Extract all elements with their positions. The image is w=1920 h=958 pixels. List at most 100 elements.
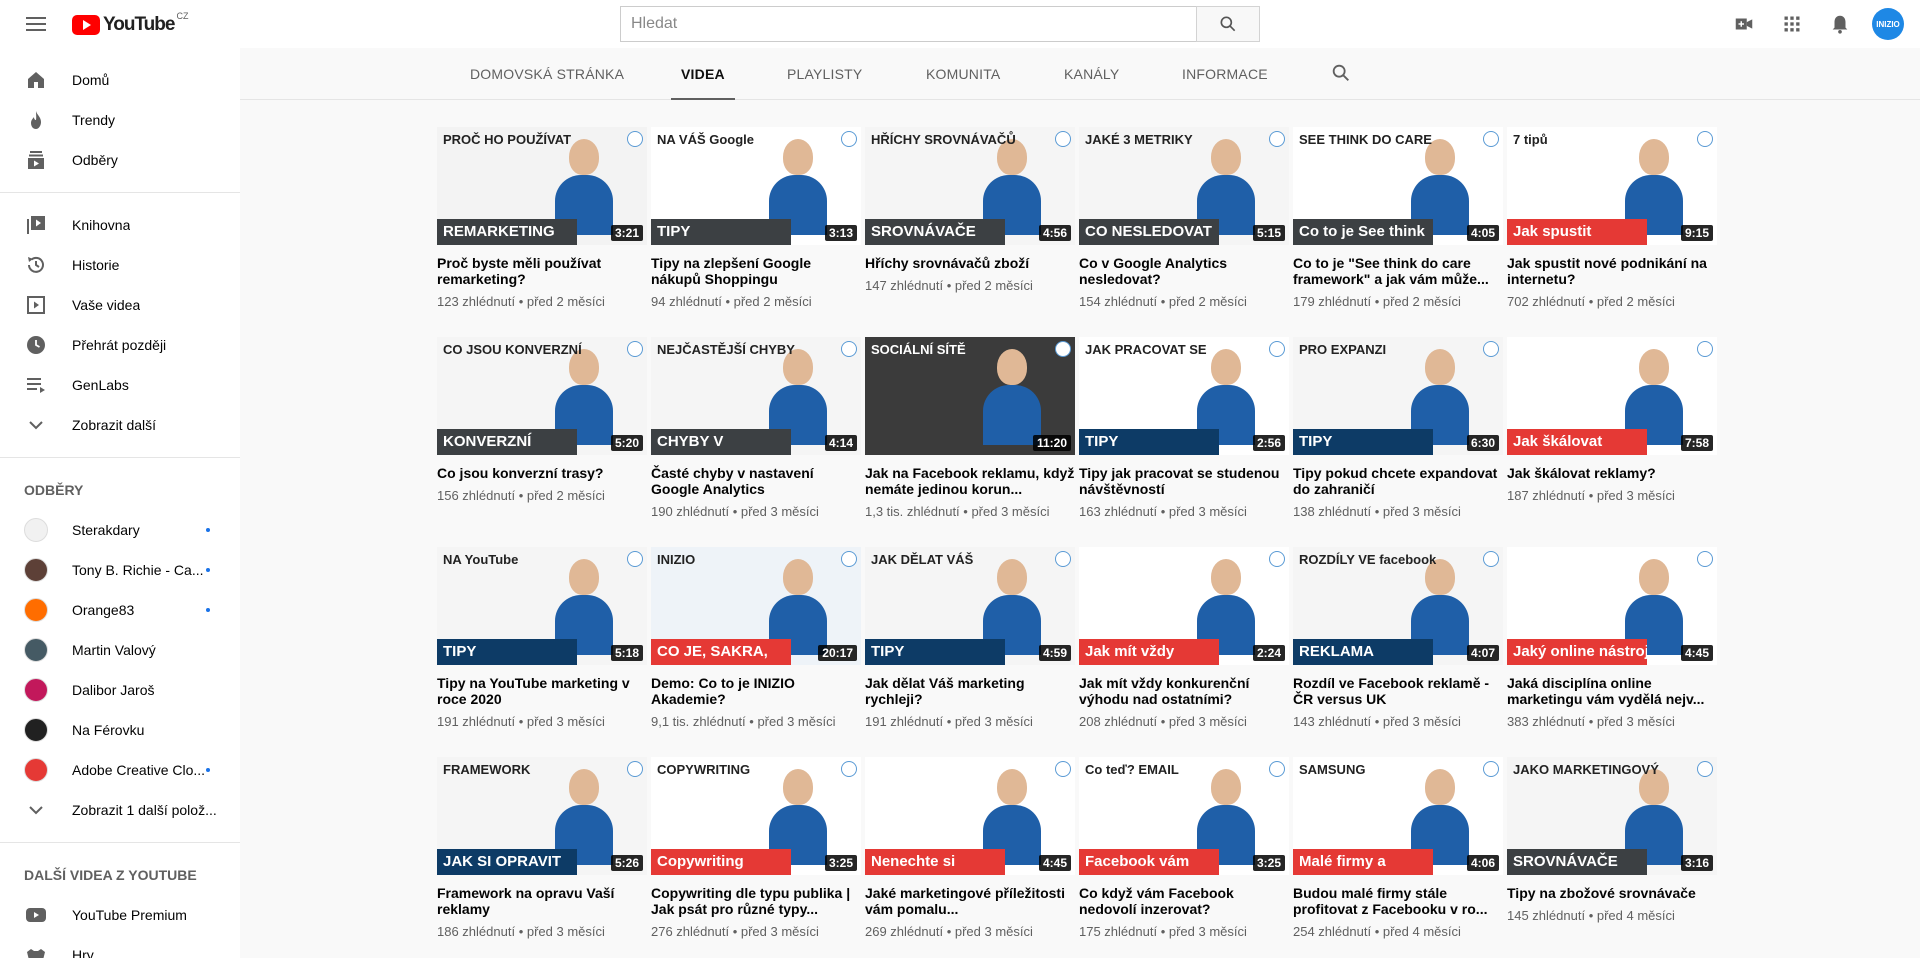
video-card[interactable]: JAK PRACOVAT SE TIPY 2:56 Tipy jak pracovat… [1079, 337, 1289, 519]
sidebar-item-your-videos[interactable]: Vaše videa [0, 285, 240, 325]
video-title[interactable]: Co když vám Facebook nedovolí inzerovat? [1079, 885, 1289, 917]
video-thumbnail[interactable]: JAK PRACOVAT SE TIPY 2:56 [1079, 337, 1289, 455]
sidebar-item-home[interactable]: Domů [0, 60, 240, 100]
tab-channels[interactable]: KANÁLY [1064, 48, 1119, 100]
video-card[interactable]: CO JSOU KONVERZNÍ KONVERZNÍ 5:20 Co jsou ko… [437, 337, 647, 503]
video-card[interactable]: Jak mít vždy 2:24 Jak mít vždy konkurenční… [1079, 547, 1289, 729]
video-title[interactable]: Jaká disciplína online marketingu vám vy… [1507, 675, 1717, 707]
subscription-item[interactable]: Dalibor Jaroš [0, 670, 240, 710]
sidebar-item-trending[interactable]: Trendy [0, 100, 240, 140]
menu-icon[interactable] [24, 14, 48, 34]
video-thumbnail[interactable]: ROZDÍLY VE facebook REKLAMA 4:07 [1293, 547, 1503, 665]
video-title[interactable]: Budou malé firmy stále profitovat z Face… [1293, 885, 1503, 917]
video-title[interactable]: Demo: Co to je INIZIO Akademie? [651, 675, 861, 707]
video-thumbnail[interactable]: HŘÍCHY SROVNÁVAČŮ SROVNÁVAČE 4:56 [865, 127, 1075, 245]
sidebar-item-watch-later[interactable]: Přehrát později [0, 325, 240, 365]
video-card[interactable]: Jaký online nástroj 4:45 Jaká disciplína o… [1507, 547, 1717, 729]
video-title[interactable]: Jak na Facebook reklamu, když nemáte jed… [865, 465, 1075, 497]
video-card[interactable]: Nenechte si 4:45 Jaké marketingové příleži… [865, 757, 1075, 939]
video-card[interactable]: HŘÍCHY SROVNÁVAČŮ SROVNÁVAČE 4:56 Hříchy sr… [865, 127, 1075, 293]
video-title[interactable]: Co jsou konverzní trasy? [437, 465, 647, 481]
video-title[interactable]: Rozdíl ve Facebook reklamě - ČR versus U… [1293, 675, 1503, 707]
notifications-button[interactable] [1816, 0, 1864, 48]
video-title[interactable]: Jak dělat Váš marketing rychleji? [865, 675, 1075, 707]
channel-search-button[interactable] [1330, 62, 1352, 89]
video-thumbnail[interactable]: JAKÉ 3 METRIKY CO NESLEDOVAT 5:15 [1079, 127, 1289, 245]
video-title[interactable]: Časté chyby v nastavení Google Analytics [651, 465, 861, 497]
video-thumbnail[interactable]: NEJČASTĚJŠÍ CHYBY CHYBY V 4:14 [651, 337, 861, 455]
video-thumbnail[interactable]: JAKO MARKETINGOVÝ SROVNÁVAČE 3:16 [1507, 757, 1717, 875]
video-thumbnail[interactable]: INIZIO CO JE, SAKRA, 20:17 [651, 547, 861, 665]
subscription-item[interactable]: Adobe Creative Clo... [0, 750, 240, 790]
sidebar-item-genlabs[interactable]: GenLabs [0, 365, 240, 405]
video-card[interactable]: COPYWRITING Copywriting 3:25 Copywriting dl… [651, 757, 861, 939]
search-button[interactable] [1196, 6, 1260, 42]
subscription-item[interactable]: Na Férovku [0, 710, 240, 750]
subscription-item[interactable]: Tony B. Richie - Ca... [0, 550, 240, 590]
account-avatar[interactable]: INIZIO [1872, 8, 1904, 40]
video-thumbnail[interactable]: COPYWRITING Copywriting 3:25 [651, 757, 861, 875]
video-thumbnail[interactable]: Jak škálovat 7:58 [1507, 337, 1717, 455]
video-thumbnail[interactable]: PRO EXPANZI TIPY 6:30 [1293, 337, 1503, 455]
video-card[interactable]: 7 tipů Jak spustit 9:15 Jak spustit nové po… [1507, 127, 1717, 309]
search-input[interactable] [620, 6, 1196, 42]
video-title[interactable]: Hříchy srovnávačů zboží [865, 255, 1075, 271]
video-thumbnail[interactable]: Co teď? EMAIL Facebook vám 3:25 [1079, 757, 1289, 875]
video-card[interactable]: SOCIÁLNÍ SÍTĚ 11:20 Jak na Facebook reklam… [865, 337, 1075, 519]
video-title[interactable]: Jak spustit nové podnikání na internetu? [1507, 255, 1717, 287]
video-thumbnail[interactable]: 7 tipů Jak spustit 9:15 [1507, 127, 1717, 245]
video-thumbnail[interactable]: SAMSUNG Malé firmy a 4:06 [1293, 757, 1503, 875]
video-card[interactable]: JAK DĚLAT VÁŠ TIPY 4:59 Jak dělat Váš marke… [865, 547, 1075, 729]
video-thumbnail[interactable]: NA YouTube TIPY 5:18 [437, 547, 647, 665]
subscription-item[interactable]: Sterakdary [0, 510, 240, 550]
video-title[interactable]: Jaké marketingové příležitosti vám pomal… [865, 885, 1075, 917]
video-card[interactable]: SAMSUNG Malé firmy a 4:06 Budou malé firmy … [1293, 757, 1503, 939]
tab-videos[interactable]: VIDEA [671, 48, 735, 100]
video-card[interactable]: NA YouTube TIPY 5:18 Tipy na YouTube market… [437, 547, 647, 729]
sidebar-show-more[interactable]: Zobrazit další [0, 405, 240, 445]
video-card[interactable]: PRO EXPANZI TIPY 6:30 Tipy pokud chcete exp… [1293, 337, 1503, 519]
video-title[interactable]: Framework na opravu Vaší reklamy [437, 885, 647, 917]
tab-playlists[interactable]: PLAYLISTY [787, 48, 862, 100]
video-card[interactable]: Jak škálovat 7:58 Jak škálovat reklamy? 187… [1507, 337, 1717, 503]
video-title[interactable]: Tipy na YouTube marketing v roce 2020 [437, 675, 647, 707]
sidebar-item-games[interactable]: Hry [0, 935, 240, 958]
video-thumbnail[interactable]: SEE THINK DO CARE Co to je See think 4:05 [1293, 127, 1503, 245]
video-card[interactable]: Co teď? EMAIL Facebook vám 3:25 Co když vám… [1079, 757, 1289, 939]
video-thumbnail[interactable]: Jaký online nástroj 4:45 [1507, 547, 1717, 665]
video-title[interactable]: Tipy jak pracovat se studenou návštěvnos… [1079, 465, 1289, 497]
video-title[interactable]: Jak škálovat reklamy? [1507, 465, 1717, 481]
video-card[interactable]: JAKÉ 3 METRIKY CO NESLEDOVAT 5:15 Co v Goog… [1079, 127, 1289, 309]
video-thumbnail[interactable]: JAK DĚLAT VÁŠ TIPY 4:59 [865, 547, 1075, 665]
tab-community[interactable]: KOMUNITA [926, 48, 1000, 100]
video-thumbnail[interactable]: FRAMEWORK JAK SI OPRAVIT 5:26 [437, 757, 647, 875]
video-thumbnail[interactable]: Jak mít vždy 2:24 [1079, 547, 1289, 665]
sidebar-show-more-subscriptions[interactable]: Zobrazit 1 další polož... [0, 790, 240, 830]
tab-home[interactable]: DOMOVSKÁ STRÁNKA [470, 48, 624, 100]
video-card[interactable]: ROZDÍLY VE facebook REKLAMA 4:07 Rozdíl ve … [1293, 547, 1503, 729]
video-card[interactable]: FRAMEWORK JAK SI OPRAVIT 5:26 Framework na … [437, 757, 647, 939]
video-thumbnail[interactable]: PROČ HO POUŽÍVAT REMARKETING 3:21 [437, 127, 647, 245]
video-title[interactable]: Tipy pokud chcete expandovat do zahranič… [1293, 465, 1503, 497]
video-title[interactable]: Proč byste měli používat remarketing? [437, 255, 647, 287]
video-title[interactable]: Tipy na zlepšení Google nákupů Shoppingu [651, 255, 861, 287]
video-thumbnail[interactable]: Nenechte si 4:45 [865, 757, 1075, 875]
sidebar-item-history[interactable]: Historie [0, 245, 240, 285]
video-card[interactable]: SEE THINK DO CARE Co to je See think 4:05 C… [1293, 127, 1503, 309]
subscription-item[interactable]: Orange83 [0, 590, 240, 630]
video-thumbnail[interactable]: SOCIÁLNÍ SÍTĚ 11:20 [865, 337, 1075, 455]
apps-button[interactable] [1768, 0, 1816, 48]
video-card[interactable]: INIZIO CO JE, SAKRA, 20:17 Demo: Co to je I… [651, 547, 861, 729]
sidebar-item-youtube-premium[interactable]: YouTube Premium [0, 895, 240, 935]
sidebar-item-subscriptions[interactable]: Odběry [0, 140, 240, 180]
video-card[interactable]: NA VÁŠ Google TIPY 3:13 Tipy na zlepšení Go… [651, 127, 861, 309]
video-thumbnail[interactable]: CO JSOU KONVERZNÍ KONVERZNÍ 5:20 [437, 337, 647, 455]
youtube-logo[interactable]: YouTube CZ [72, 11, 188, 36]
video-title[interactable]: Co to je "See think do care framework" a… [1293, 255, 1503, 287]
video-title[interactable]: Co v Google Analytics nesledovat? [1079, 255, 1289, 287]
video-card[interactable]: NEJČASTĚJŠÍ CHYBY CHYBY V 4:14 Časté chyby … [651, 337, 861, 519]
tab-about[interactable]: INFORMACE [1182, 48, 1268, 100]
subscription-item[interactable]: Martin Valový [0, 630, 240, 670]
video-card[interactable]: JAKO MARKETINGOVÝ SROVNÁVAČE 3:16 Tipy na z… [1507, 757, 1717, 923]
video-title[interactable]: Jak mít vždy konkurenční výhodu nad osta… [1079, 675, 1289, 707]
